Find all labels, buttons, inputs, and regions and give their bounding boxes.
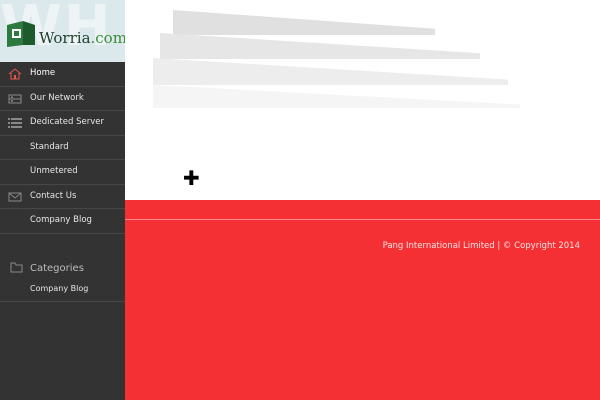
category-item-label: Company Blog (30, 284, 89, 293)
crosshair-cursor-icon: ✚ (183, 166, 200, 190)
sidebar-item-dedicated-server[interactable]: Dedicated Server (0, 111, 125, 136)
list-icon (8, 118, 22, 128)
logo-domain: .com (90, 29, 125, 47)
categories-title: Categories (30, 263, 84, 274)
sidebar-item-standard[interactable]: Standard (0, 136, 125, 160)
logo-text: Worria.com (39, 29, 125, 47)
sidebar-item-label: Unmetered (30, 166, 78, 176)
sidebar-item-company-blog[interactable]: Company Blog (0, 209, 125, 234)
sidebar-item-label: Company Blog (30, 215, 92, 225)
sidebar-item-label: Dedicated Server (30, 117, 104, 127)
sidebar-item-label: Standard (30, 141, 69, 152)
banner-stripe (153, 85, 520, 108)
folder-icon (10, 262, 23, 273)
logo-name: Worria (39, 29, 91, 47)
sidebar-item-our-network[interactable]: Our Network (0, 87, 125, 111)
sidebar-item-unmetered[interactable]: Unmetered (0, 160, 125, 185)
sidebar-nav: Home Our Network Dedicated Server Standa… (0, 62, 125, 234)
server-icon (8, 94, 22, 103)
banner-stripe (173, 10, 435, 35)
sidebar-item-label: Our Network (30, 92, 84, 103)
sidebar-item-contact-us[interactable]: Contact Us (0, 185, 125, 209)
home-icon (8, 68, 22, 80)
sidebar-item-label: Contact Us (30, 190, 77, 201)
banner-stripe (160, 33, 480, 59)
copyright-text: Pang International Limited | © Copyright… (382, 241, 580, 251)
sidebar: WH Worria.com Home Our Network Dedicated… (0, 0, 125, 400)
logo-icon (7, 21, 35, 47)
envelope-icon (8, 192, 22, 201)
footer: Pang International Limited | © Copyright… (125, 200, 600, 400)
sidebar-item-home[interactable]: Home (0, 62, 125, 87)
footer-divider (125, 219, 600, 220)
banner-stripe (153, 58, 508, 85)
logo-area[interactable]: WH Worria.com (0, 0, 125, 62)
category-item-company-blog[interactable]: Company Blog (0, 280, 125, 302)
sidebar-item-label: Home (30, 68, 56, 78)
categories-heading: Categories (0, 258, 125, 280)
